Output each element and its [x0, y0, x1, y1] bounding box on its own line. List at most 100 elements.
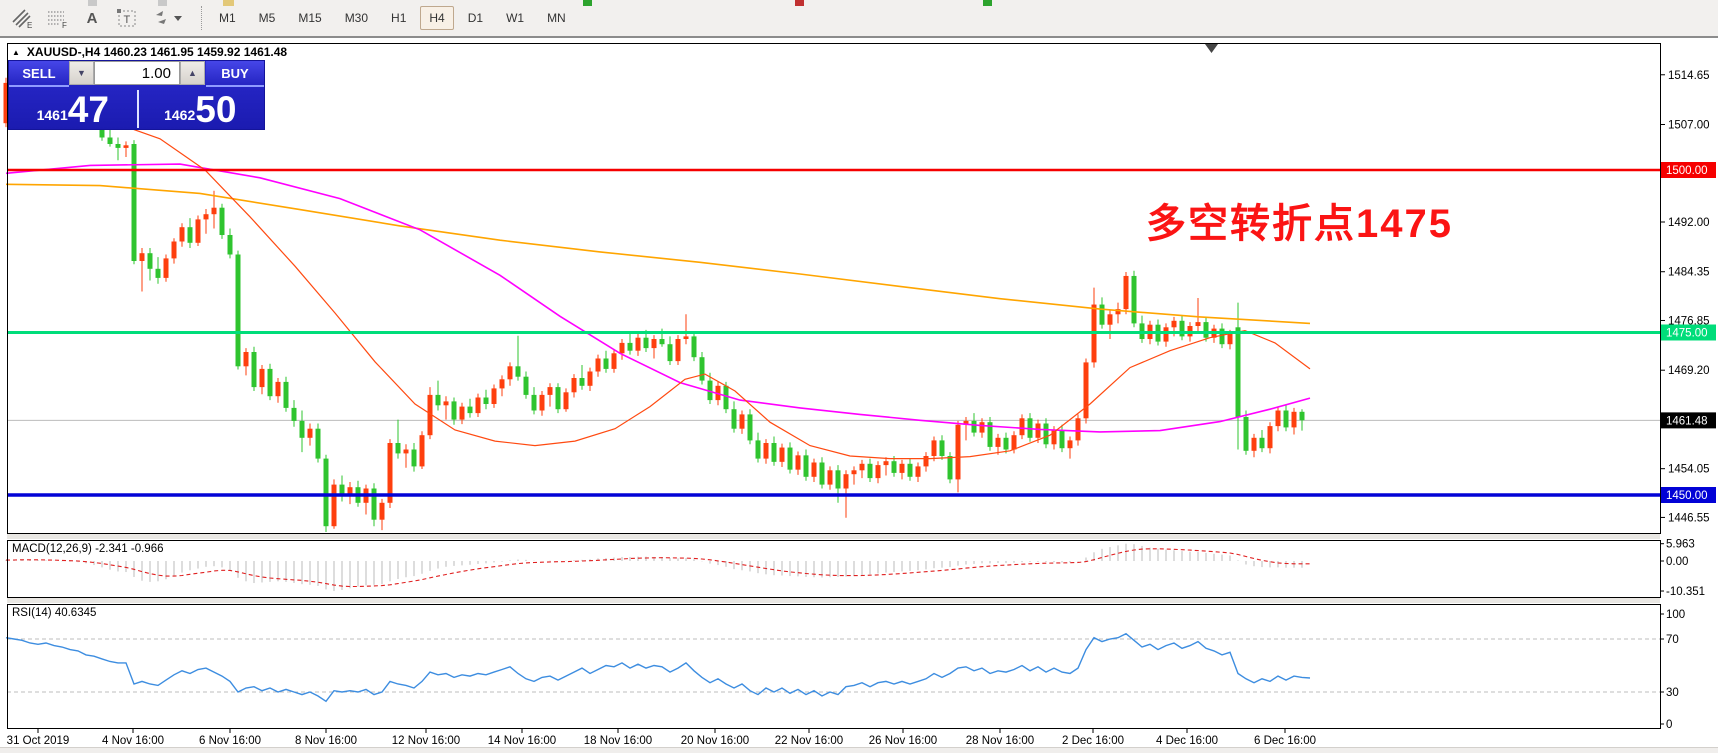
candle-body [604, 359, 609, 369]
candle-body [324, 459, 329, 527]
candle-body [972, 421, 977, 433]
macd-label: MACD(12,26,9) -2.341 -0.966 [12, 543, 164, 555]
candle-body [1044, 424, 1049, 445]
candle-body [276, 382, 281, 396]
candle-body [780, 448, 785, 462]
candle-body [1172, 321, 1177, 328]
arrange-arrows-icon[interactable] [149, 6, 187, 30]
timeframe-button-d1[interactable]: D1 [459, 6, 492, 30]
candle-body [724, 386, 729, 409]
candle-body [492, 388, 497, 404]
text-label-icon[interactable]: A [79, 6, 105, 30]
candle-body [572, 378, 577, 392]
indicators-icon[interactable]: E [9, 6, 35, 30]
candle-body [628, 343, 633, 351]
price-tick-label: 1507.00 [1668, 120, 1710, 132]
candle-body [892, 461, 897, 473]
timeframe-button-h4[interactable]: H4 [420, 6, 453, 30]
candle-body [804, 455, 809, 476]
price-tick-label: 1484.35 [1668, 267, 1710, 279]
candle-body [404, 450, 409, 454]
timeframe-button-group: M1M5M15M30H1H4D1W1MN [210, 6, 580, 30]
candle-body [252, 352, 257, 387]
sell-button[interactable]: SELL [9, 61, 69, 87]
sell-price-button[interactable]: 1461 47 [9, 87, 137, 131]
timeframe-button-m1[interactable]: M1 [210, 6, 245, 30]
volume-decrease-button[interactable]: ▼ [69, 61, 94, 85]
candle-body [596, 359, 601, 372]
status-bar [0, 747, 1718, 753]
grid-icon[interactable]: F [44, 6, 70, 30]
chart-annotation-text: 多空转折点1475 [1146, 191, 1453, 249]
time-axis-label: 2 Dec 16:00 [1062, 735, 1124, 747]
candle-body [588, 372, 593, 386]
candle-body [300, 421, 305, 438]
arrows-dropdown-icon [150, 7, 186, 29]
candle-body [156, 269, 161, 278]
volume-input[interactable] [94, 61, 180, 85]
candle-body [1076, 418, 1081, 440]
candle-body [932, 440, 937, 456]
candle-body [764, 443, 769, 459]
symbol-header[interactable]: ▲ XAUUSD-,H4 1460.23 1461.95 1459.92 146… [12, 45, 287, 59]
candle-body [1164, 327, 1169, 341]
candle-body [508, 366, 513, 379]
candle-body [484, 398, 489, 405]
time-axis-label: 20 Nov 16:00 [681, 735, 749, 747]
rsi-axis-label: 30 [1666, 687, 1679, 699]
candle-body [1036, 424, 1041, 438]
candle-body [412, 450, 417, 467]
candle-body [644, 338, 649, 348]
candle-body [476, 398, 481, 414]
candle-body [1300, 412, 1305, 420]
candle-body [636, 338, 641, 351]
timeframe-button-h1[interactable]: H1 [382, 6, 415, 30]
candle-body [860, 464, 865, 471]
timeframe-button-w1[interactable]: W1 [497, 6, 533, 30]
candle-body [164, 258, 169, 278]
sell-price-small: 1461 [37, 107, 68, 123]
candle-body [916, 466, 921, 476]
price-tick-label: 1454.05 [1668, 464, 1710, 476]
candle-body [700, 357, 705, 380]
symbol-ohlc-text: XAUUSD-,H4 1460.23 1461.95 1459.92 1461.… [27, 45, 287, 59]
svg-text:F: F [62, 21, 67, 29]
svg-text:T: T [124, 14, 131, 26]
window-remnant [158, 0, 167, 6]
timeframe-button-m30[interactable]: M30 [336, 6, 377, 30]
candle-body [692, 336, 697, 357]
candle-body [532, 395, 537, 411]
buy-price-button[interactable]: 1462 50 [137, 87, 265, 131]
candle-body [540, 395, 545, 411]
candle-body [924, 456, 929, 466]
timeframe-button-m15[interactable]: M15 [289, 6, 330, 30]
candle-body [884, 461, 889, 465]
time-axis-label: 8 Nov 16:00 [295, 735, 357, 747]
volume-increase-button[interactable]: ▲ [180, 61, 205, 85]
candle-body [372, 489, 377, 520]
timeframe-button-m5[interactable]: M5 [250, 6, 285, 30]
panel-divider [137, 90, 139, 128]
timeframe-button-mn[interactable]: MN [538, 6, 575, 30]
price-tick-label: 1492.00 [1668, 217, 1710, 229]
time-axis-label: 14 Nov 16:00 [488, 735, 556, 747]
price-tick-label: 1514.65 [1668, 70, 1710, 82]
time-axis-label: 4 Nov 16:00 [102, 735, 164, 747]
candle-body [196, 219, 201, 242]
candle-body [332, 485, 337, 527]
buy-button[interactable]: BUY [206, 61, 264, 87]
window-remnant [795, 0, 804, 6]
candle-body [108, 138, 113, 145]
candle-body [1108, 314, 1113, 324]
candle-body [772, 443, 777, 462]
candle-body [220, 208, 225, 235]
candle-body [1252, 438, 1257, 451]
macd-axis-label: -10.351 [1666, 586, 1705, 598]
candle-body [828, 470, 833, 484]
buy-price-big: 50 [195, 91, 236, 128]
candle-body [268, 369, 273, 396]
text-box-icon[interactable]: T [114, 6, 140, 30]
candle-body [1228, 334, 1233, 344]
candle-body [676, 339, 681, 361]
collapse-triangle-icon[interactable]: ▲ [12, 48, 20, 57]
